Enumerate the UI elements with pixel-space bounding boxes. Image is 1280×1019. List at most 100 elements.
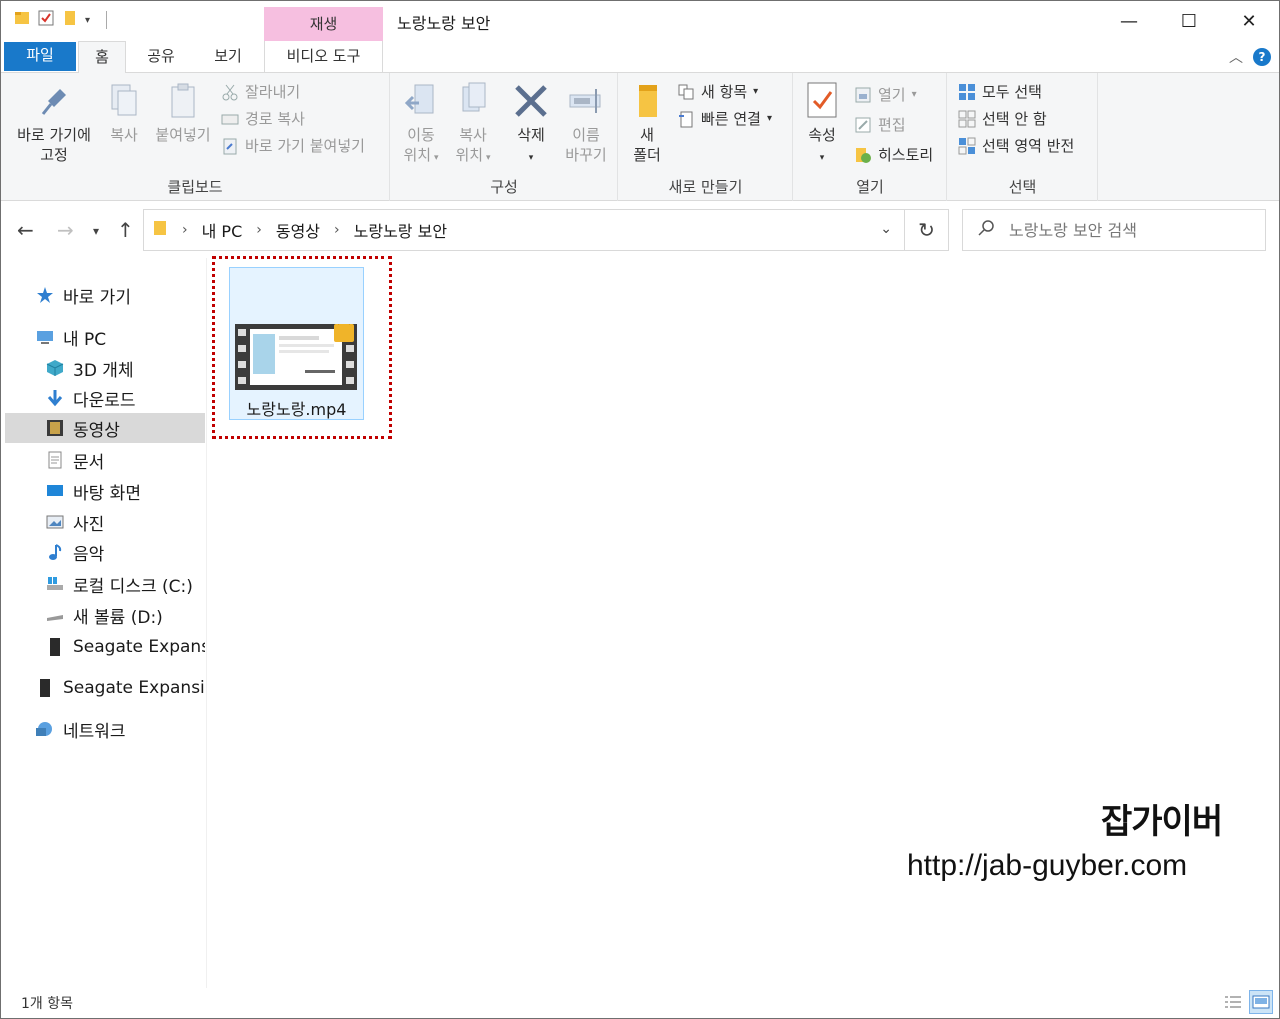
edit-button[interactable]: 편집 bbox=[854, 114, 906, 135]
nav-quick-access[interactable]: 바로 가기 bbox=[35, 280, 205, 310]
address-dropdown-icon[interactable]: ⌄ bbox=[880, 221, 892, 237]
breadcrumb-current-folder[interactable]: 노랑노랑 보안 bbox=[354, 218, 447, 242]
copy-button[interactable]: 복사 bbox=[101, 81, 147, 145]
back-arrow-icon[interactable]: ← bbox=[17, 218, 34, 242]
new-folder-icon[interactable] bbox=[61, 9, 79, 31]
ribbon-tabs: 파일 홈 공유 보기 비디오 도구 ︿ ? bbox=[1, 41, 1279, 74]
nav-desktop[interactable]: 바탕 화면 bbox=[45, 476, 205, 506]
nav-downloads[interactable]: 다운로드 bbox=[45, 383, 205, 413]
copy-path-button[interactable]: 경로 복사 bbox=[221, 108, 305, 129]
rename-button[interactable]: 이름 바꾸기 bbox=[557, 81, 615, 165]
tab-video-tools[interactable]: 비디오 도구 bbox=[264, 41, 383, 73]
cut-button[interactable]: 잘라내기 bbox=[221, 81, 300, 102]
paste-shortcut-icon bbox=[221, 137, 239, 155]
new-folder-button[interactable]: 새 폴더 bbox=[627, 81, 667, 165]
group-label-organize: 구성 bbox=[490, 178, 518, 196]
nav-network[interactable]: 네트워크 bbox=[35, 714, 205, 744]
nav-desktop-label: 바탕 화면 bbox=[73, 483, 141, 504]
nav-this-pc[interactable]: 내 PC bbox=[35, 322, 205, 352]
window-controls: — ☐ ✕ bbox=[1099, 1, 1279, 41]
collapse-ribbon-icon[interactable]: ︿ bbox=[1229, 47, 1243, 67]
invert-selection-icon bbox=[958, 137, 976, 155]
recent-locations-chevron-icon[interactable]: ▾ bbox=[93, 224, 99, 238]
invert-selection-button[interactable]: 선택 영역 반전 bbox=[958, 135, 1074, 156]
move-to-button[interactable]: 이동 위치 ▾ bbox=[397, 81, 445, 168]
copy-icon bbox=[106, 81, 142, 121]
nav-music[interactable]: 음악 bbox=[45, 537, 205, 567]
details-view-icon[interactable] bbox=[1221, 990, 1245, 1014]
forward-arrow-icon[interactable]: → bbox=[57, 218, 74, 242]
address-bar[interactable]: › 내 PC › 동영상 › 노랑노랑 보안 ⌄ ↻ bbox=[143, 209, 949, 251]
up-arrow-icon[interactable]: ↑ bbox=[117, 218, 134, 242]
nav-pictures[interactable]: 사진 bbox=[45, 507, 205, 537]
history-button[interactable]: 히스토리 bbox=[854, 144, 933, 165]
select-none-icon bbox=[958, 110, 976, 128]
tab-file[interactable]: 파일 bbox=[4, 42, 76, 71]
star-icon bbox=[35, 285, 55, 305]
nav-videos[interactable]: 동영상 bbox=[5, 413, 205, 443]
easy-access-label: 빠른 연결 bbox=[701, 110, 761, 128]
paste-shortcut-button[interactable]: 바로 가기 붙여넣기 bbox=[221, 135, 365, 156]
explorer-window: ▾ 재생 노랑노랑 보안 — ☐ ✕ 파일 홈 공유 보기 비디오 도구 ︿ ? bbox=[0, 0, 1280, 1019]
nav-new-volume[interactable]: 새 볼륨 (D:) bbox=[45, 600, 205, 630]
select-all-button[interactable]: 모두 선택 bbox=[958, 81, 1042, 102]
new-item-button[interactable]: 새 항목 ▾ bbox=[677, 81, 758, 102]
download-arrow-icon bbox=[45, 388, 65, 408]
tab-share[interactable]: 공유 bbox=[137, 41, 185, 73]
qat-dropdown-icon[interactable]: ▾ bbox=[85, 15, 90, 26]
close-button[interactable]: ✕ bbox=[1219, 1, 1279, 41]
file-item[interactable]: 노랑노랑.mp4 bbox=[229, 267, 364, 420]
maximize-button[interactable]: ☐ bbox=[1159, 1, 1219, 41]
desktop-icon bbox=[45, 481, 65, 501]
nav-seagate-1[interactable]: Seagate Expansion bbox=[45, 632, 205, 662]
select-none-button[interactable]: 선택 안 함 bbox=[958, 108, 1047, 129]
paste-button[interactable]: 붙여넣기 bbox=[149, 81, 217, 145]
large-icons-view-icon[interactable] bbox=[1249, 990, 1273, 1014]
group-label-new: 새로 만들기 bbox=[668, 178, 743, 196]
copy-path-label: 경로 복사 bbox=[245, 110, 305, 128]
copy-to-label-line1: 복사 bbox=[459, 126, 487, 144]
nav-downloads-label: 다운로드 bbox=[73, 390, 136, 411]
nav-seagate-2[interactable]: Seagate Expansion bbox=[35, 673, 205, 703]
properties-button[interactable]: 속성 ▾ bbox=[802, 81, 842, 168]
search-input[interactable] bbox=[1009, 220, 1249, 240]
group-organize: 이동 위치 ▾ 복사 위치 ▾ 삭제 ▾ 이름 바꾸기 구성 bbox=[391, 73, 618, 201]
new-folder-label-line1: 새 bbox=[640, 126, 654, 144]
select-none-label: 선택 안 함 bbox=[982, 110, 1047, 128]
open-button[interactable]: 열기 ▾ bbox=[854, 84, 917, 105]
qat-separator bbox=[106, 11, 108, 29]
copy-path-icon bbox=[221, 110, 239, 128]
minimize-button[interactable]: — bbox=[1099, 1, 1159, 41]
breadcrumb-videos[interactable]: 동영상 bbox=[276, 218, 320, 242]
move-label-line1: 이동 bbox=[407, 126, 435, 144]
delete-button[interactable]: 삭제 ▾ bbox=[505, 81, 557, 168]
rename-label-line1: 이름 bbox=[572, 126, 600, 144]
nav-local-disk[interactable]: 로컬 디스크 (C:) bbox=[45, 569, 205, 599]
edit-icon bbox=[854, 116, 872, 134]
breadcrumb-this-pc[interactable]: 내 PC bbox=[202, 218, 243, 242]
invert-selection-label: 선택 영역 반전 bbox=[982, 137, 1075, 155]
external-drive-icon bbox=[45, 637, 65, 657]
nav-this-pc-label: 내 PC bbox=[63, 329, 107, 350]
copy-to-button[interactable]: 복사 위치 ▾ bbox=[449, 81, 497, 168]
move-label-line2: 위치 bbox=[403, 146, 432, 164]
select-all-label: 모두 선택 bbox=[982, 83, 1042, 101]
nav-3d-objects[interactable]: 3D 개체 bbox=[45, 353, 205, 383]
properties-check-icon[interactable] bbox=[37, 9, 55, 31]
computer-icon bbox=[35, 327, 55, 347]
help-icon[interactable]: ? bbox=[1253, 48, 1271, 66]
copy-to-label-line2: 위치 bbox=[455, 146, 484, 164]
pin-quick-access-button[interactable]: 바로 가기에 고정 bbox=[9, 81, 99, 165]
tab-home[interactable]: 홈 bbox=[78, 41, 126, 74]
watermark-url: http://jab-guyber.com bbox=[907, 849, 1188, 882]
nav-documents[interactable]: 문서 bbox=[45, 445, 205, 475]
tab-view[interactable]: 보기 bbox=[204, 41, 252, 73]
refresh-icon[interactable]: ↻ bbox=[904, 210, 948, 250]
easy-access-button[interactable]: 빠른 연결 ▾ bbox=[677, 108, 772, 129]
pin-label-line2: 고정 bbox=[40, 146, 68, 164]
move-to-icon bbox=[403, 81, 439, 121]
paste-label: 붙여넣기 bbox=[155, 126, 211, 144]
drive-icon bbox=[45, 605, 65, 625]
window-title: 노랑노랑 보안 bbox=[397, 14, 491, 33]
search-box[interactable] bbox=[962, 209, 1266, 251]
